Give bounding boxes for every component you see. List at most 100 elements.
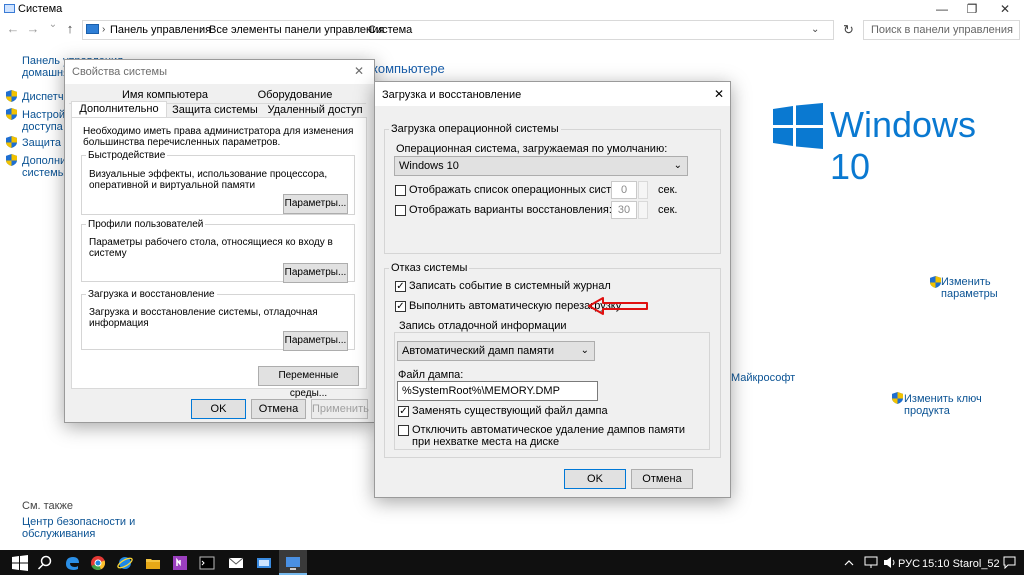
volume-icon[interactable] <box>883 556 897 569</box>
control-panel-icon <box>86 24 99 34</box>
back-arrow-icon[interactable]: ← <box>4 21 22 36</box>
notifications-icon[interactable] <box>1003 556 1016 569</box>
refresh-icon[interactable]: ↻ <box>843 22 854 38</box>
maximize-button[interactable]: ❐ <box>957 0 987 18</box>
breadcrumb-system[interactable]: Система <box>368 24 412 36</box>
tab-system-protection[interactable]: Защита системы <box>169 103 261 117</box>
chrome-icon[interactable] <box>90 555 106 571</box>
default-os-value: Windows 10 <box>399 160 459 172</box>
dialog-close-icon[interactable]: ✕ <box>714 87 724 101</box>
shield-icon <box>6 154 17 166</box>
up-arrow-icon[interactable]: ↑ <box>61 21 79 36</box>
change-settings-link[interactable]: Изменить параметры <box>941 276 998 300</box>
security-center-link[interactable]: Центр безопасности и обслуживания <box>22 516 135 540</box>
security-link-line1: Центр безопасности и <box>22 516 136 528</box>
os-list-time-spinner <box>638 181 648 199</box>
performance-settings-button[interactable]: Параметры... <box>283 194 348 214</box>
boot-group-title: Загрузка операционной системы <box>389 123 561 135</box>
system-window-taskbar-icon[interactable] <box>285 555 301 571</box>
search-icon[interactable] <box>37 555 53 571</box>
dialog-title: Загрузка и восстановление <box>382 89 522 101</box>
recovery-time-spinner <box>638 201 648 219</box>
breadcrumb-control-panel[interactable]: Панель управления <box>110 24 211 36</box>
overwrite-dump-label: Заменять существующий файл дампа <box>412 405 608 417</box>
language-indicator[interactable]: РУС <box>898 558 920 570</box>
shield-icon <box>6 136 17 148</box>
user-profiles-desc: Параметры рабочего стола, относящиеся ко… <box>89 237 333 259</box>
ok-button[interactable]: OK <box>191 399 246 419</box>
show-os-list-label: Отображать список операционных систем: <box>409 184 628 196</box>
startup-recovery-dialog: Загрузка и восстановление ✕ Загрузка опе… <box>374 81 731 498</box>
window-titlebar: Система — ❐ ✕ <box>0 0 1024 18</box>
show-recovery-checkbox[interactable] <box>395 205 406 216</box>
admin-note: Необходимо иметь права администратора дл… <box>83 126 354 148</box>
cmd-icon[interactable] <box>199 555 215 571</box>
start-windows-icon[interactable] <box>12 555 28 571</box>
sec-label: сек. <box>658 184 678 196</box>
close-button[interactable]: ✕ <box>990 0 1020 18</box>
file-explorer-icon[interactable] <box>145 555 161 571</box>
control-panel-taskbar-icon[interactable] <box>256 555 272 571</box>
cancel-button[interactable]: Отмена <box>251 399 306 419</box>
dialog-close-icon[interactable]: ✕ <box>354 64 364 78</box>
ok-button[interactable]: OK <box>564 469 626 489</box>
network-icon[interactable] <box>864 556 878 569</box>
environment-variables-button[interactable]: Переменные среды... <box>258 366 359 399</box>
microsoft-license-link[interactable]: Майкрософт <box>731 372 795 384</box>
recovery-time-input: 30 <box>611 201 637 219</box>
show-os-list-checkbox[interactable] <box>395 185 406 196</box>
edge-icon[interactable] <box>64 555 80 571</box>
cancel-button[interactable]: Отмена <box>631 469 693 489</box>
see-also-heading: См. также <box>22 500 73 512</box>
system-app-icon <box>4 4 15 13</box>
default-os-select[interactable]: Windows 10 ⌄ <box>394 156 688 176</box>
breadcrumb-separator-icon: › <box>359 24 363 35</box>
mail-icon[interactable] <box>228 555 244 571</box>
recent-dropdown-icon[interactable]: ⌄ <box>44 19 62 30</box>
performance-desc: Визуальные эффекты, использование процес… <box>89 169 328 191</box>
auto-restart-checkbox[interactable]: ✓ <box>395 301 406 312</box>
onenote-icon[interactable] <box>172 555 188 571</box>
shield-icon <box>6 90 17 102</box>
breadcrumb-all-items[interactable]: Все элементы панели управления <box>209 24 384 36</box>
address-dropdown-icon[interactable]: ⌄ <box>811 24 819 35</box>
forward-arrow-icon[interactable]: → <box>24 21 42 36</box>
red-arrow-icon <box>588 297 648 315</box>
tab-hardware[interactable]: Оборудование <box>249 88 341 102</box>
user-profiles-settings-button[interactable]: Параметры... <box>283 263 348 283</box>
window-title: Система <box>18 3 63 15</box>
minimize-button[interactable]: — <box>927 0 957 18</box>
clock[interactable]: 15:10 Starol_52 <box>922 558 1000 570</box>
change-settings-line2: параметры <box>941 288 998 300</box>
shield-icon <box>6 108 17 120</box>
page-heading: компьютере <box>372 61 445 76</box>
system-properties-dialog: Свойства системы ✕ Имя компьютера Оборуд… <box>64 59 375 423</box>
startup-recovery-settings-button[interactable]: Параметры... <box>283 331 348 351</box>
system-failure-group-title: Отказ системы <box>389 262 470 274</box>
apply-button: Применить <box>311 399 369 419</box>
user-profiles-group-title: Профили пользователей <box>86 219 206 230</box>
startup-recovery-desc: Загрузка и восстановление системы, отлад… <box>89 307 318 329</box>
write-event-checkbox[interactable]: ✓ <box>395 281 406 292</box>
shield-icon <box>930 276 941 288</box>
search-input[interactable]: Поиск в панели управления <box>863 20 1020 40</box>
change-product-key-link[interactable]: Изменить ключ продукта <box>904 393 1024 417</box>
tab-computer-name[interactable]: Имя компьютера <box>119 88 211 102</box>
chevron-down-icon: ⌄ <box>580 345 589 356</box>
windows-logo-icon <box>773 103 823 149</box>
debug-info-group-title: Запись отладочной информации <box>397 320 569 332</box>
write-event-label: Записать событие в системный журнал <box>409 280 611 292</box>
dump-type-select[interactable]: Автоматический дамп памяти ⌄ <box>397 341 595 361</box>
dump-file-input[interactable]: %SystemRoot%\MEMORY.DMP <box>397 381 598 401</box>
performance-group-title: Быстродействие <box>86 150 168 161</box>
overwrite-dump-checkbox[interactable]: ✓ <box>398 406 409 417</box>
ie-icon[interactable] <box>117 555 133 571</box>
breadcrumb-separator-icon: › <box>200 24 204 35</box>
disable-auto-delete-checkbox[interactable] <box>398 425 409 436</box>
breadcrumb-separator-icon: › <box>102 24 106 35</box>
tab-remote[interactable]: Удаленный доступ <box>263 103 367 117</box>
chevron-up-icon[interactable] <box>844 558 854 568</box>
address-bar[interactable]: › Панель управления › Все элементы панел… <box>82 20 834 40</box>
os-list-time-input: 0 <box>611 181 637 199</box>
chevron-down-icon: ⌄ <box>673 160 682 171</box>
